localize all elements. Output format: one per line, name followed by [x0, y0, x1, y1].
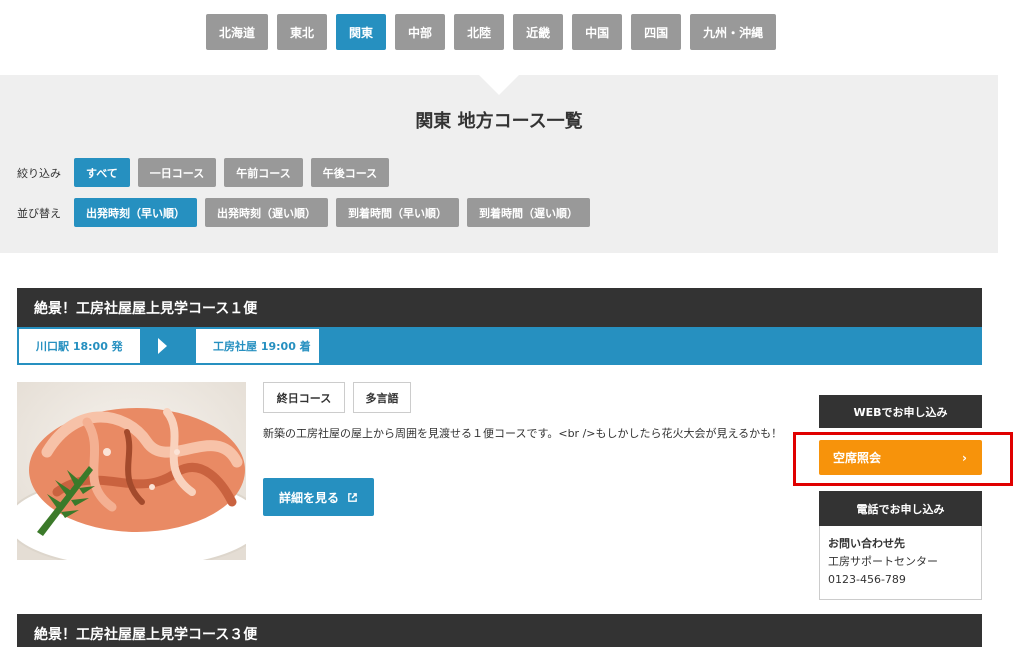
route-arrow-icon: [158, 338, 167, 354]
sort-label: 並び替え: [17, 206, 61, 220]
region-tab-chubu[interactable]: 中部: [395, 14, 446, 50]
course-title: 絶景！工房社屋屋上見学コース１便: [17, 288, 982, 327]
region-tab-tohoku[interactable]: 東北: [277, 14, 328, 50]
phone-contact-box: お問い合わせ先 工房サポートセンター 0123-456-789: [819, 526, 982, 600]
course-tag: 多言語: [353, 382, 411, 413]
detail-button[interactable]: 詳細を見る: [263, 478, 374, 516]
panel-notch: [479, 75, 519, 95]
support-center-name: 工房サポートセンター: [828, 555, 938, 568]
course-title: 絶景！工房社屋屋上見学コース３便: [17, 614, 982, 647]
course-description: 新築の工房社屋の屋上から周囲を見渡せる１便コースです。<br />もしかしたら花…: [263, 427, 783, 440]
sort-departure-early-button[interactable]: 出発時刻（早い順）: [74, 198, 197, 227]
filter-morning-button[interactable]: 午前コース: [224, 158, 303, 187]
page-title: 関東 地方コース一覧: [415, 111, 583, 132]
sort-arrival-late-button[interactable]: 到着時間（遅い順）: [467, 198, 590, 227]
filter-all-button[interactable]: すべて: [74, 158, 130, 187]
phone-apply-heading: 電話でお申し込み: [819, 491, 982, 526]
web-apply-heading: WEBでお申し込み: [819, 395, 982, 428]
phone-number: 0123-456-789: [828, 573, 906, 586]
arrival-info: 工房社屋 19:00 着: [196, 329, 319, 363]
filter-label: 絞り込み: [17, 166, 61, 180]
filter-afternoon-button[interactable]: 午後コース: [310, 158, 390, 187]
route-bar: 川口駅 18:00 発 工房社屋 19:00 着: [17, 327, 982, 365]
course-photo: [17, 382, 246, 560]
sort-arrival-early-button[interactable]: 到着時間（早い順）: [336, 198, 459, 227]
region-tab-kyushu-okinawa[interactable]: 九州・沖縄: [690, 14, 777, 50]
region-tab-hokkaido[interactable]: 北海道: [206, 14, 269, 50]
highlight-box: [793, 432, 1013, 486]
detail-button-label: 詳細を見る: [278, 490, 339, 505]
filter-row: 絞り込み すべて 一日コース 午前コース 午後コース: [17, 158, 390, 187]
region-tab-kanto[interactable]: 関東: [336, 14, 387, 50]
region-tab-chugoku[interactable]: 中国: [572, 14, 623, 50]
region-tab-kinki[interactable]: 近畿: [513, 14, 564, 50]
filter-full-day-button[interactable]: 一日コース: [137, 158, 217, 187]
course-tag: 終日コース: [263, 382, 345, 413]
sort-row: 並び替え 出発時刻（早い順） 出発時刻（遅い順） 到着時間（早い順） 到着時間（…: [17, 198, 590, 227]
course-card: 絶景！工房社屋屋上見学コース１便 川口駅 18:00 発 工房社屋 19:00 …: [17, 288, 982, 365]
sort-departure-late-button[interactable]: 出発時刻（遅い順）: [205, 198, 328, 227]
region-tab-hokuriku[interactable]: 北陸: [454, 14, 505, 50]
region-tabs: 北海道 東北 関東 中部 北陸 近畿 中国 四国 九州・沖縄: [206, 14, 777, 50]
contact-title: お問い合わせ先: [828, 537, 905, 550]
region-tab-shikoku[interactable]: 四国: [631, 14, 682, 50]
course-card: 絶景！工房社屋屋上見学コース３便: [17, 614, 982, 647]
external-link-icon: [348, 492, 357, 502]
departure-info: 川口駅 18:00 発: [19, 329, 140, 363]
